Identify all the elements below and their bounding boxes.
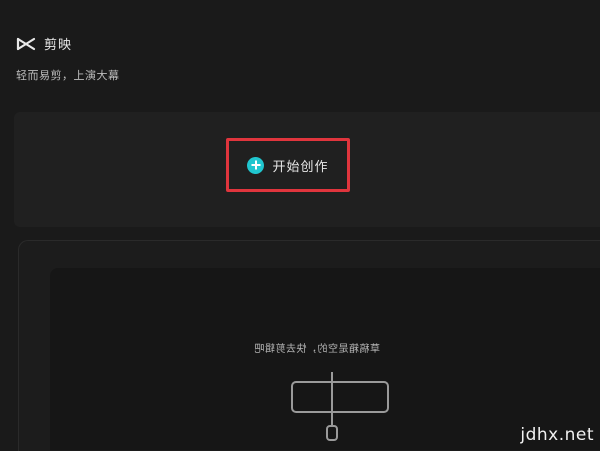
app-name: 剪映 <box>44 38 73 53</box>
drafts-empty-hint: 草稿箱是空的，快去剪辑吧 <box>254 344 380 355</box>
plus-circle-icon <box>247 156 265 174</box>
start-create-button[interactable]: 开始创作 <box>226 138 350 192</box>
scissors-logo-icon <box>16 36 38 52</box>
start-create-label: 开始创作 <box>272 159 329 175</box>
app-tagline: 轻而易剪，上演大幕 <box>16 69 120 82</box>
empty-timeline-icon <box>290 372 394 442</box>
app-header: 剪映 <box>16 34 72 53</box>
watermark-text: jdhx.net <box>520 425 594 445</box>
